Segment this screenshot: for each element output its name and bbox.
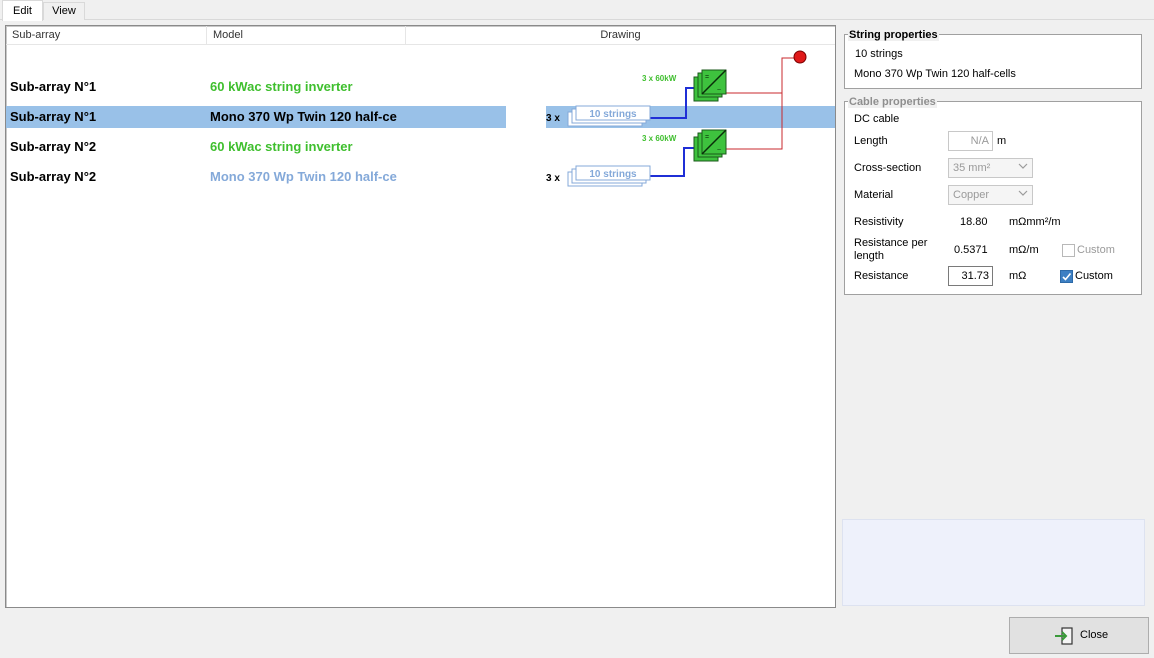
dc-wire-1: [648, 87, 696, 119]
length-label: Length: [854, 135, 888, 147]
svg-text:~: ~: [717, 87, 721, 94]
svg-text:~: ~: [717, 147, 721, 154]
string-count-label: 10 strings: [589, 109, 637, 120]
length-field[interactable]: N/A: [948, 131, 993, 151]
cable-properties-group: Cable properties DC cable Length N/A m C…: [844, 96, 1142, 295]
sub-array-table: Sub-array Model Drawing Sub-array N°1 60…: [5, 25, 836, 608]
module-name-text: Mono 370 Wp Twin 120 half-cells: [854, 68, 1016, 80]
checkmark-icon: [1062, 272, 1072, 281]
resistance-per-length-custom-label: Custom: [1077, 244, 1115, 256]
inverter-icon[interactable]: = ~: [693, 69, 727, 102]
ac-wire-1: [726, 57, 796, 94]
ac-wire-2: [726, 93, 783, 150]
cable-properties-title: Cable properties: [848, 96, 937, 108]
inverter-icon[interactable]: = ~: [693, 129, 727, 162]
string-count-text: 10 strings: [855, 48, 903, 60]
resistance-label: Resistance: [854, 270, 909, 282]
chevron-down-icon: [1018, 163, 1028, 169]
info-panel: [842, 519, 1145, 606]
inverter-count-label: 3 x 60kW: [642, 134, 677, 143]
svg-text:=: =: [705, 134, 709, 141]
cross-section-select[interactable]: 35 mm²: [948, 158, 1033, 178]
resistance-per-length-unit: mΩ/m: [1009, 244, 1039, 256]
string-multiplier-label: 3 x: [546, 173, 560, 184]
resistance-field[interactable]: 31.73: [948, 266, 993, 286]
material-value: Copper: [953, 189, 990, 201]
material-label: Material: [854, 189, 894, 201]
resistance-custom-checkbox[interactable]: [1060, 270, 1073, 283]
resistivity-label: Resistivity: [854, 216, 904, 228]
chevron-down-icon: [1018, 190, 1028, 196]
cable-type-text: DC cable: [854, 113, 900, 125]
tab-view[interactable]: View: [43, 2, 85, 20]
string-count-label: 10 strings: [589, 169, 637, 180]
resistivity-unit: mΩmm²/m: [1009, 216, 1061, 228]
tab-edit[interactable]: Edit: [2, 0, 43, 21]
string-properties-title: String properties: [848, 29, 939, 41]
string-properties-group: String properties 10 strings Mono 370 Wp…: [844, 29, 1142, 89]
resistivity-value: 18.80: [960, 216, 988, 228]
resistance-custom-label: Custom: [1075, 270, 1113, 282]
resistance-unit: mΩ: [1009, 270, 1027, 282]
cross-section-value: 35 mm²: [953, 162, 991, 174]
resistance-per-length-label: Resistance per: [854, 237, 928, 249]
cross-section-label: Cross-section: [854, 162, 922, 174]
length-unit: m: [997, 135, 1007, 147]
material-select[interactable]: Copper: [948, 185, 1033, 205]
tab-bar: Edit View: [0, 0, 1154, 21]
inverter-count-label: 3 x 60kW: [642, 74, 677, 83]
close-button-label: Close: [1080, 629, 1109, 641]
svg-text:=: =: [705, 74, 709, 81]
resistance-per-length-label-2: length: [854, 250, 884, 262]
dc-wire-2: [648, 147, 696, 177]
resistance-per-length-custom-checkbox[interactable]: [1062, 244, 1075, 257]
string-multiplier-label: 3 x: [546, 113, 560, 124]
grid-connection-node[interactable]: [793, 50, 807, 64]
close-button[interactable]: Close: [1009, 617, 1149, 654]
exit-icon: [1055, 627, 1073, 645]
resistance-per-length-value: 0.5371: [954, 244, 988, 256]
system-drawing: = ~ 3 x 60kW = ~ 3 x 60kW 10 strings 3 x: [546, 50, 807, 187]
